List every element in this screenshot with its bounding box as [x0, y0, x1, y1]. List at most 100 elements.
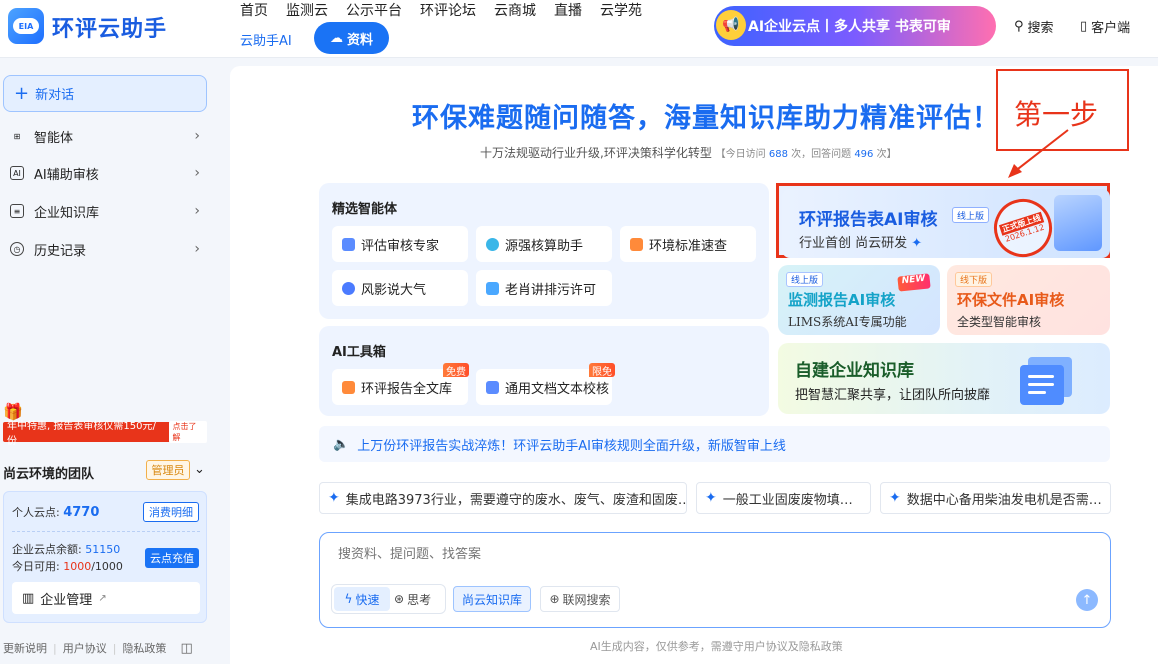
enterprise-balance-label: 企业云点余额:: [12, 543, 82, 556]
sidebar-item-ai-review[interactable]: AI AI辅助审核 ›: [10, 161, 200, 185]
mode-fast-button[interactable]: ϟ 快速: [334, 587, 390, 611]
sidebar-promo-banner[interactable]: 年中特惠, 报告表审核仅需150元/份 点击了解: [3, 421, 207, 447]
report-icon: [342, 380, 355, 394]
send-button[interactable]: ↑: [1076, 589, 1098, 611]
enterprise-balance-value: 51150: [85, 543, 121, 556]
offline-tag: 线下版: [955, 272, 993, 287]
proofread-icon: [486, 380, 499, 394]
web-search-label: 联网搜索: [562, 592, 611, 607]
agents-card: 精选智能体 评估审核专家 源强核算助手 环境标准速查 风影说大气 老肖讲排污许可: [319, 183, 769, 319]
sidebar-item-history[interactable]: ◷ 历史记录 ›: [10, 237, 200, 261]
agent-chip-label: 评估审核专家: [361, 238, 440, 254]
sidebar-item-agents[interactable]: ⊞ 智能体 ›: [10, 124, 200, 148]
sidebar-item-label: 历史记录: [34, 243, 87, 259]
footer-link-changelog[interactable]: 更新说明: [3, 640, 47, 656]
top-search-link[interactable]: ⚲ 搜索: [1014, 17, 1054, 36]
globe-icon: ⊕: [549, 592, 560, 606]
top-client-label: 客户端: [1091, 21, 1131, 36]
top-client-link[interactable]: ▯ 客户端: [1080, 17, 1130, 36]
agents-title: 精选智能体: [332, 202, 398, 217]
agent-chip[interactable]: 风影说大气: [332, 270, 468, 306]
footer-link-privacy[interactable]: 隐私政策: [122, 640, 166, 656]
suggestion-chip[interactable]: ✦ 一般工业固废废物填…: [696, 482, 871, 514]
consumption-detail-button[interactable]: 消费明细: [143, 502, 199, 522]
web-search-toggle[interactable]: ⊕ 联网搜索: [540, 586, 620, 612]
chat-input[interactable]: [338, 547, 1038, 562]
review-expert-icon: [342, 237, 355, 251]
agent-chip[interactable]: 评估审核专家: [332, 226, 468, 262]
monitor-title: 监测报告AI审核: [788, 291, 896, 309]
promo-banner[interactable]: 📢 AI企业云点丨多人共享 书表可审: [714, 6, 996, 46]
cloud-icon: ☁: [329, 30, 343, 46]
suggestion-text: 数据中心备用柴油发电机是否需…: [906, 492, 1102, 508]
agent-chip-label: 老肖讲排污许可: [505, 282, 597, 298]
wallet-divider: [12, 531, 200, 532]
knowledge-base-toggle[interactable]: 尚云知识库: [453, 586, 531, 612]
team-name: 尚云环境的团队: [3, 467, 95, 482]
page-subtitle: 十万法规驱动行业升级,环评决策科学化转型 【今日访问 688 次，回答问题 49…: [480, 144, 897, 161]
sidebar-item-knowledge[interactable]: ≡ 企业知识库 ›: [10, 199, 200, 223]
brand-name[interactable]: 环评云助手: [52, 11, 167, 43]
chat-input-box: ϟ 快速 ⊛ 思考 尚云知识库 ⊕ 联网搜索 ↑: [319, 532, 1111, 628]
sidebar-collapse-icon[interactable]: ◫: [180, 641, 192, 656]
sidebar-promo-button[interactable]: 点击了解: [169, 421, 207, 443]
wind-icon: [342, 281, 355, 295]
nav-item-live[interactable]: 直播: [554, 0, 582, 20]
nav-item-forum[interactable]: 环评论坛: [420, 0, 476, 20]
nav-item-academy[interactable]: 云学苑: [600, 0, 642, 20]
sidebar: + 新对话 ⊞ 智能体 › AI AI辅助审核 › ≡ 企业知识库 › ◷ 历史…: [0, 58, 222, 664]
visit-stats: 【今日访问 688 次，回答问题 496 次】: [716, 149, 897, 160]
nav-item-public[interactable]: 公示平台: [346, 0, 402, 20]
stat-mid: 次，回答问题: [791, 149, 852, 160]
footer-link-terms[interactable]: 用户协议: [63, 640, 107, 656]
brand-logo[interactable]: EIA: [8, 8, 44, 44]
recharge-button[interactable]: 云点充值: [145, 548, 199, 568]
feature-doc-review-card[interactable]: 线下版 环保文件AI审核 全类型智能审核: [947, 265, 1110, 335]
suggestion-chip[interactable]: ✦ 数据中心备用柴油发电机是否需…: [880, 482, 1111, 514]
agent-chip[interactable]: 环境标准速查: [620, 226, 756, 262]
mode-switch: ϟ 快速 ⊛ 思考: [331, 584, 446, 614]
agent-chip[interactable]: 源强核算助手: [476, 226, 612, 262]
doc-review-subtitle: 全类型智能审核: [957, 315, 1042, 329]
sidebar-item-label: AI辅助审核: [34, 167, 99, 183]
book-icon: [630, 237, 643, 251]
feature-knowledge-base-card[interactable]: 自建企业知识库 把智慧汇聚共享，让团队所向披靡: [778, 343, 1110, 414]
feature-report-review-card[interactable]: 环评报告表AI审核 线上版 行业首创 尚云研发 ✦ 正式版上线 2026.1.1…: [776, 183, 1110, 265]
nav-item-home[interactable]: 首页: [240, 0, 268, 20]
chevron-down-icon[interactable]: ⌄: [194, 462, 205, 477]
enterprise-manage-button[interactable]: ▥ 企业管理 ↗: [12, 582, 200, 614]
tools-title: AI工具箱: [332, 345, 386, 360]
promo-banner-text: AI企业云点丨多人共享 书表可审: [748, 19, 951, 35]
building-icon: ▥: [22, 590, 35, 606]
knowledge-stack-icon: [1020, 353, 1080, 405]
top-bar: EIA 环评云助手 首页 监测云 公示平台 环评论坛 云商城 直播 云学苑 云助…: [0, 0, 1158, 58]
speaker-icon: 🔈: [333, 436, 350, 452]
nav-item-monitor[interactable]: 监测云: [286, 0, 328, 20]
chevron-right-icon: ›: [194, 203, 200, 219]
nav-ziliao-button[interactable]: ☁ 资料: [314, 22, 389, 54]
sparkle-icon: ✦: [911, 236, 923, 251]
stat-suffix: 次】: [876, 149, 897, 160]
document-illustration-icon: [1054, 195, 1102, 251]
ai-disclaimer: AI生成内容，仅供参考，需遵守用户协议及隐私政策: [590, 640, 843, 653]
mode-think-button[interactable]: ⊛ 思考: [394, 591, 431, 608]
subtitle-text: 十万法规驱动行业升级,环评决策科学化转型: [480, 146, 712, 160]
new-tag: NEW: [897, 273, 931, 292]
lightning-icon: ϟ: [344, 592, 353, 606]
main-nav: 首页 监测云 公示平台 环评论坛 云商城 直播 云学苑: [240, 0, 660, 20]
personal-points-value: 4770: [63, 505, 100, 520]
notice-bar[interactable]: 🔈 上万份环评报告实战淬炼！环评云助手AI审核规则全面升级，新版智审上线: [319, 426, 1110, 462]
nav-item-ai[interactable]: 云助手AI: [240, 30, 292, 49]
today-total-value: /1000: [91, 560, 123, 573]
person-icon: [486, 281, 499, 295]
footer-separator: |: [53, 641, 57, 655]
agent-chip[interactable]: 老肖讲排污许可: [476, 270, 612, 306]
suggestion-text: 集成电路3973行业，需要遵守的废水、废气、废渣和固废…: [345, 492, 687, 508]
suggestion-chip[interactable]: ✦ 集成电路3973行业，需要遵守的废水、废气、废渣和固废…: [319, 482, 687, 514]
new-chat-button[interactable]: + 新对话: [3, 75, 207, 112]
limited-free-tag: 限免: [589, 363, 615, 378]
stat-prefix: 【今日访问: [715, 149, 766, 160]
feature-monitor-card[interactable]: 线上版 NEW 监测报告AI审核 LIMS系统AI专属功能: [778, 265, 940, 335]
chevron-right-icon: ›: [194, 241, 200, 257]
nav-item-mall[interactable]: 云商城: [494, 0, 536, 20]
